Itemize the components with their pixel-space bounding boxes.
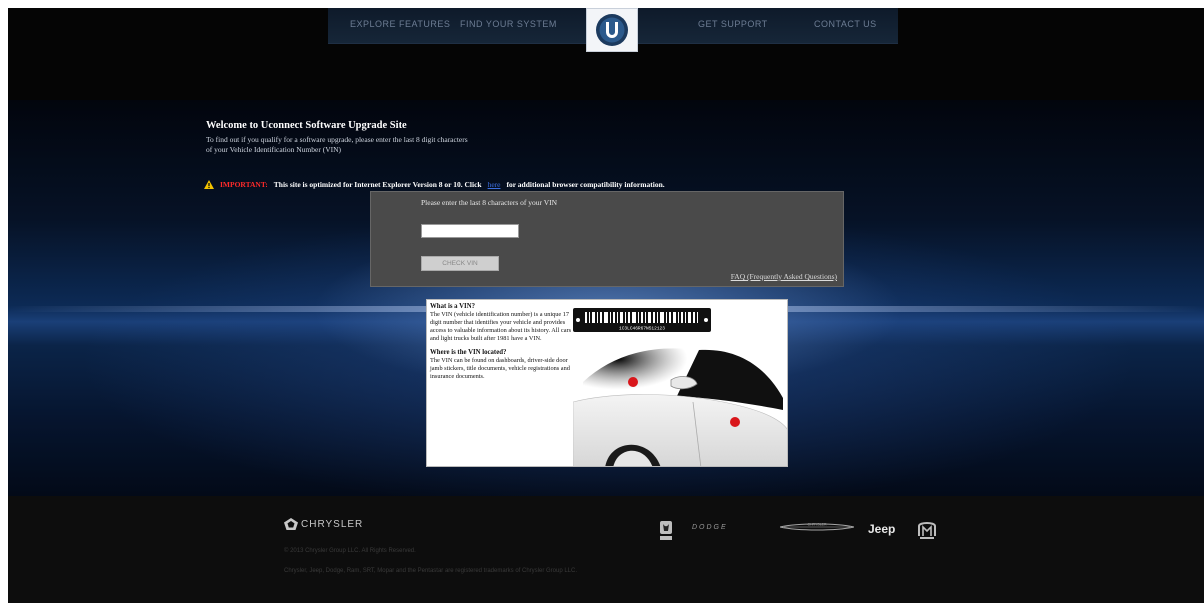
- vin-info-box: What is a VIN? The VIN (vehicle identifi…: [426, 299, 788, 467]
- vin-input[interactable]: [421, 224, 519, 238]
- nav-find-your-system[interactable]: FIND YOUR SYSTEM: [460, 19, 557, 29]
- uconnect-logo[interactable]: [586, 8, 638, 52]
- faq-link[interactable]: FAQ (Frequently Asked Questions): [731, 272, 837, 281]
- notice-text: This site is optimized for Internet Expl…: [273, 180, 482, 189]
- top-navigation: EXPLORE FEATURES FIND YOUR SYSTEM GET SU…: [8, 8, 1204, 100]
- warning-icon: [204, 180, 214, 189]
- ram-logo-icon[interactable]: [658, 520, 674, 542]
- nav-explore-features[interactable]: EXPLORE FEATURES: [350, 19, 450, 29]
- nav-get-support[interactable]: GET SUPPORT: [698, 19, 768, 29]
- pentastar-icon: [284, 518, 298, 530]
- chrysler-wings-icon[interactable]: CHRYSLER: [780, 520, 854, 534]
- important-label: IMPORTANT:: [220, 180, 268, 189]
- page-title: Welcome to Uconnect Software Upgrade Sit…: [206, 120, 407, 131]
- vin-info-text: What is a VIN? The VIN (vehicle identifi…: [430, 303, 572, 381]
- copyright-text: © 2013 Chrysler Group LLC. All Rights Re…: [284, 548, 416, 554]
- notice-suffix: for additional browser compatibility inf…: [506, 180, 665, 189]
- vin-field-label: Please enter the last 8 characters of yo…: [421, 198, 558, 207]
- browser-notice: IMPORTANT: This site is optimized for In…: [204, 180, 665, 189]
- vin-location-marker-dashboard: [628, 377, 638, 387]
- mopar-logo-icon[interactable]: [918, 520, 936, 540]
- chrysler-group-label: CHRYSLER: [301, 518, 364, 530]
- chrysler-brand-label: CHRYSLER: [808, 523, 827, 527]
- intro-line-1: To find out if you qualify for a softwar…: [206, 135, 468, 144]
- intro-text: To find out if you qualify for a softwar…: [206, 135, 546, 155]
- what-is-vin-heading: What is a VIN?: [430, 303, 476, 310]
- vin-barcode-plate: 1C3LC46R67N512123: [573, 308, 711, 332]
- page-frame: EXPLORE FEATURES FIND YOUR SYSTEM GET SU…: [8, 8, 1204, 603]
- vin-form-panel: Please enter the last 8 characters of yo…: [370, 191, 844, 287]
- vin-location-marker-doorjamb: [730, 417, 740, 427]
- what-is-vin-text: The VIN (vehicle identification number) …: [430, 311, 572, 342]
- where-is-vin-heading: Where is the VIN located?: [430, 349, 507, 356]
- footer: CHRYSLER © 2013 Chrysler Group LLC. All …: [8, 496, 1204, 603]
- barcode-icon: 1C3LC46R67N512123: [576, 312, 708, 332]
- intro-line-2: of your Vehicle Identification Number (V…: [206, 145, 342, 154]
- trademark-text: Chrysler, Jeep, Dodge, Ram, SRT, Mopar a…: [284, 568, 578, 574]
- vehicle-illustration: [573, 340, 787, 466]
- nav-contact-us[interactable]: CONTACT US: [814, 19, 877, 29]
- where-is-vin-text: The VIN can be found on dashboards, driv…: [430, 357, 570, 380]
- compatibility-link[interactable]: here: [488, 180, 501, 189]
- jeep-logo[interactable]: Jeep: [868, 522, 895, 536]
- chrysler-group-logo[interactable]: CHRYSLER: [284, 518, 363, 530]
- uconnect-logo-icon: [596, 14, 628, 46]
- check-vin-button[interactable]: CHECK VIN: [421, 256, 499, 271]
- vin-barcode-digits: 1C3LC46R67N512123: [619, 326, 665, 332]
- dodge-logo[interactable]: DODGE: [692, 524, 728, 531]
